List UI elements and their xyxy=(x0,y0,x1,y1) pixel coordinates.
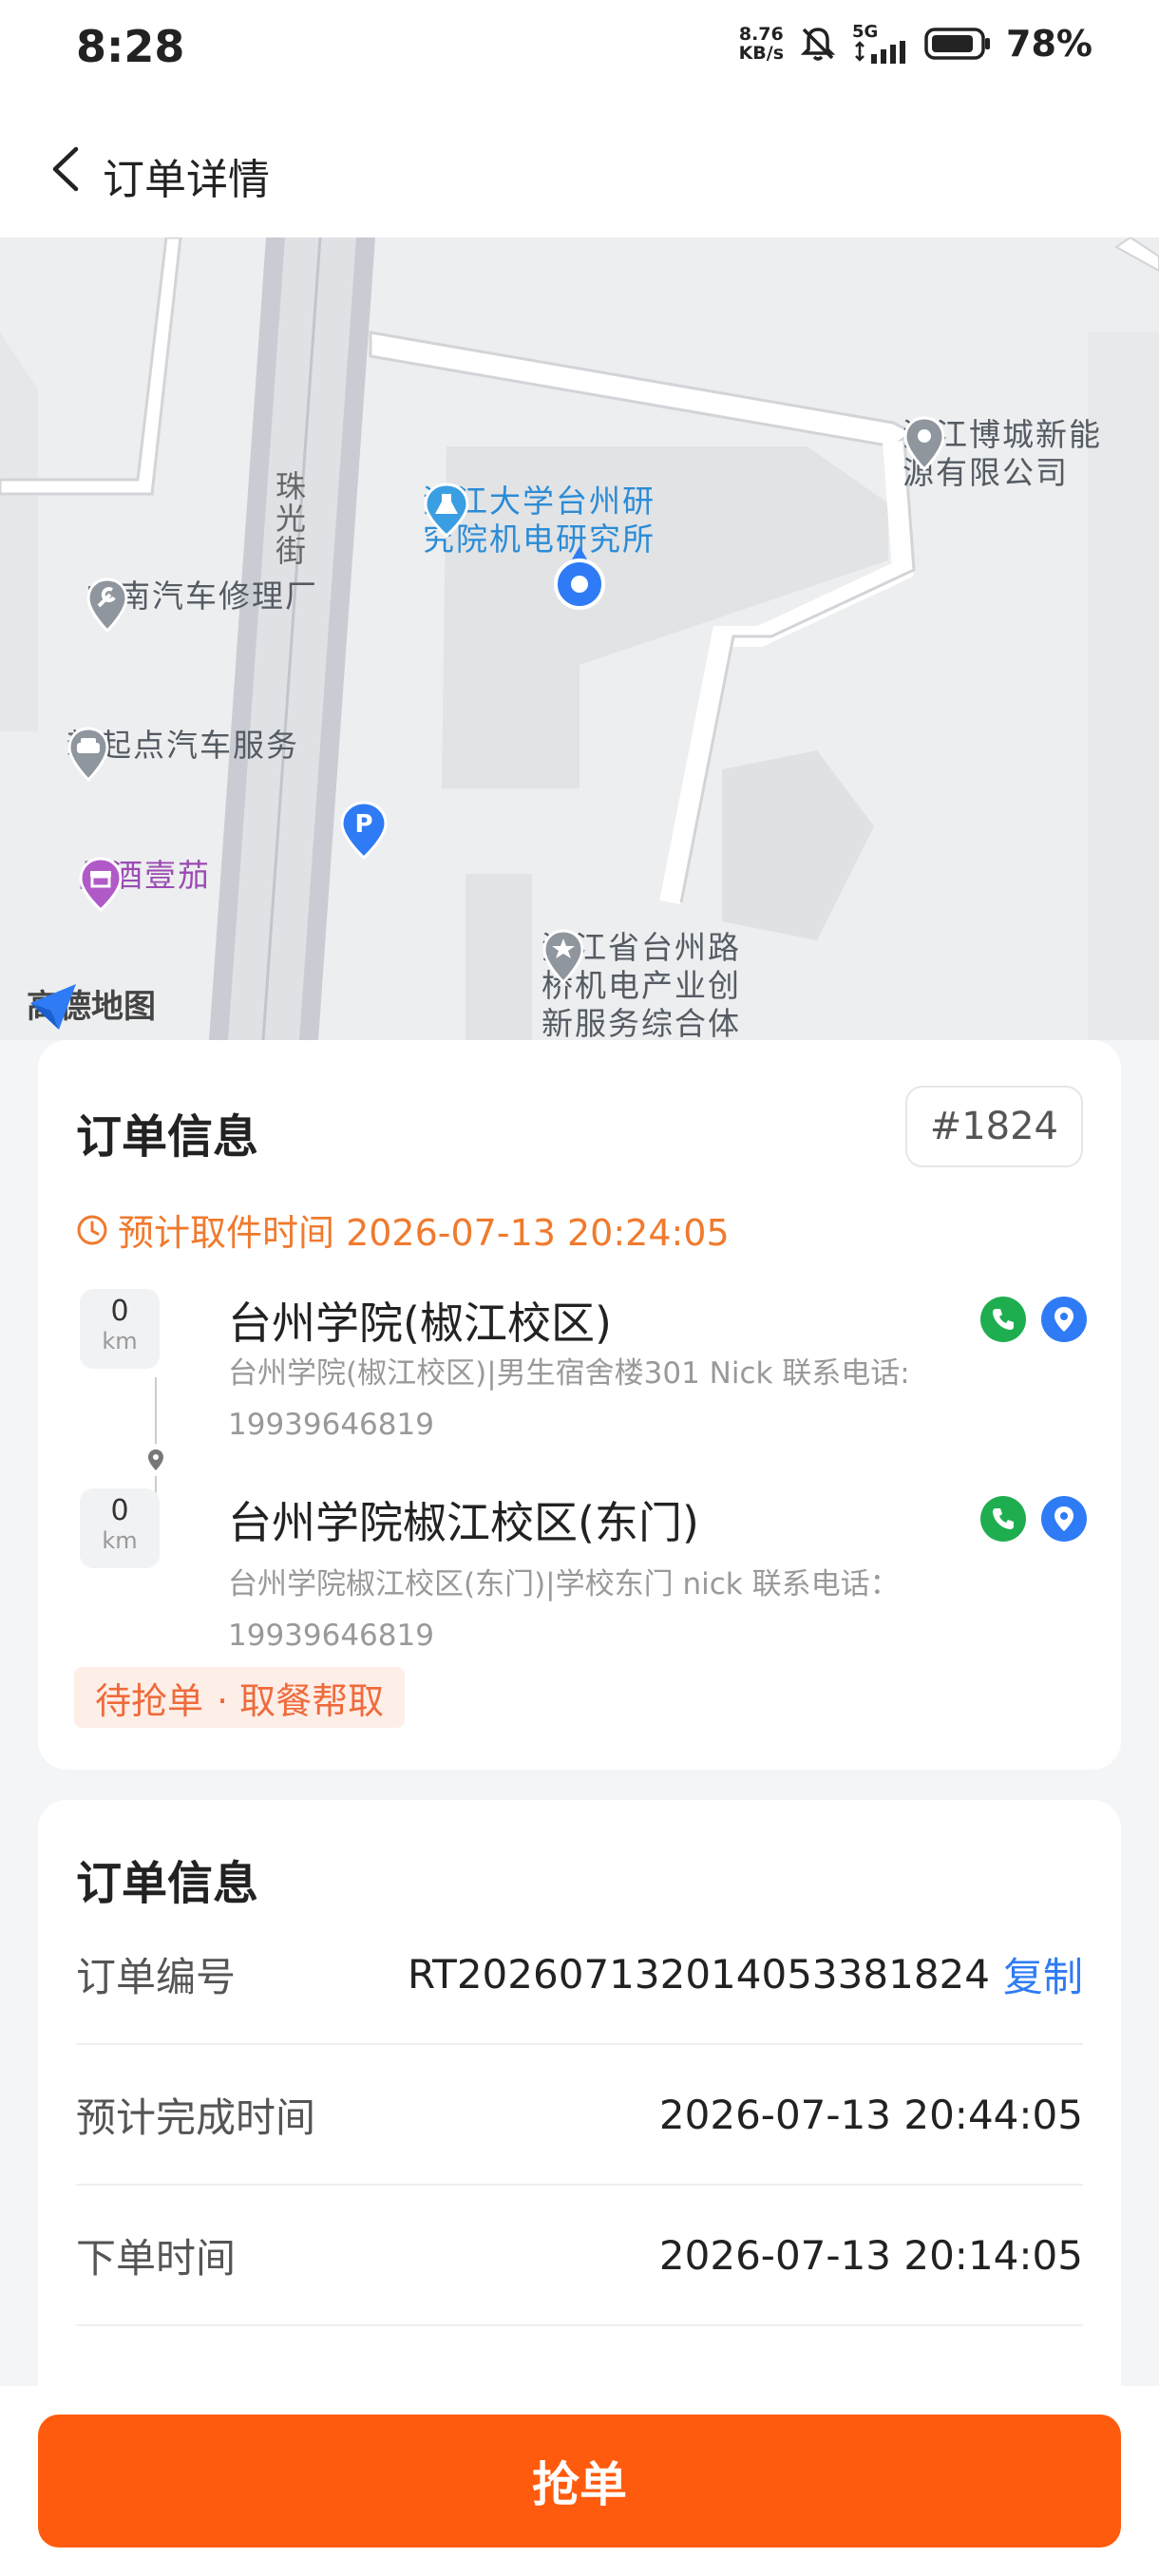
lab-flask-icon xyxy=(424,483,469,538)
map-poi[interactable]: 浙江大学台州研 究院机电研究所 xyxy=(423,483,656,559)
category-label: · 取餐帮取 xyxy=(217,1679,385,1722)
location-pin-icon xyxy=(1054,1307,1074,1332)
mute-bell-icon xyxy=(800,28,836,61)
order-route-card: 订单信息 #1824 预计取件时间 2026-07-13 20:24:05 0 … xyxy=(38,1040,1121,1770)
order-number: RT20260713201405338​1824 xyxy=(408,1950,990,1998)
shop-icon xyxy=(79,857,123,912)
svg-text:P: P xyxy=(354,810,372,839)
stop-actions xyxy=(980,1297,1087,1342)
bottom-action-bar: 抢单 xyxy=(0,2386,1159,2576)
battery-icon xyxy=(924,28,991,60)
call-button[interactable] xyxy=(980,1297,1026,1342)
car-icon xyxy=(67,727,109,782)
current-location-icon xyxy=(554,546,605,610)
call-button[interactable] xyxy=(980,1496,1026,1542)
parking-icon[interactable]: P xyxy=(339,801,389,860)
location-pin-icon xyxy=(903,416,945,471)
pickup-time: 预计取件时间 2026-07-13 20:24:05 xyxy=(76,1203,730,1256)
signal-group: 5G xyxy=(852,24,909,64)
stop-actions xyxy=(980,1496,1087,1542)
phone-icon xyxy=(993,1309,1014,1330)
card-title: 订单信息 xyxy=(76,1857,259,1910)
info-row-order-number: 订单编号 RT20260713201405338​1824 复制 xyxy=(76,1904,1083,2045)
navigate-button[interactable] xyxy=(1041,1496,1087,1542)
dropoff-stop: 0 km 台州学院椒江校区(东门) 台州学院椒江校区(东门)|学校东门 nick… xyxy=(80,1488,1087,1653)
order-status-tag: 待抢单 · 取餐帮取 xyxy=(74,1667,406,1728)
info-row-order-time: 下单时间 2026-07-13 20:14:05 xyxy=(76,2186,1083,2326)
stop-name: 台州学院(椒江校区) xyxy=(228,1297,612,1349)
copy-button[interactable]: 复制 xyxy=(1003,1945,1083,2003)
distance-box: 0 km xyxy=(80,1289,160,1369)
map-poi[interactable]: 中南汽车修理厂 xyxy=(86,578,318,633)
card-title: 订单信息 xyxy=(76,1110,259,1164)
map-view[interactable]: 珠光街 浙江博城新能 源有限公司 浙江大学台州研 究院机电研究所 中南汽车修理厂… xyxy=(0,237,1159,1040)
header: 订单详情 xyxy=(0,100,1159,237)
status-bar: 8:28 8.76 KB/s 5G 78% xyxy=(0,0,1159,100)
wrench-icon xyxy=(86,578,128,633)
info-row-estimated-finish: 预计完成时间 2026-07-13 20:44:05 xyxy=(76,2045,1083,2186)
distance-box: 0 km xyxy=(80,1488,160,1568)
phone-icon xyxy=(993,1508,1014,1529)
amap-arrow-icon xyxy=(30,984,76,1030)
grab-order-button[interactable]: 抢单 xyxy=(38,2415,1121,2548)
order-info-card: 订单信息 订单编号 RT20260713201405338​1824 复制 预计… xyxy=(38,1800,1121,2465)
star-icon xyxy=(542,929,584,984)
clock-icon xyxy=(77,1215,107,1244)
navigate-button[interactable] xyxy=(1041,1297,1087,1342)
back-arrow-icon[interactable] xyxy=(48,145,86,193)
amap-logo: 高德地图 xyxy=(27,980,156,1030)
map-poi[interactable]: 浙江博城新能 源有限公司 xyxy=(902,416,1102,492)
stop-name: 台州学院椒江校区(东门) xyxy=(228,1497,699,1548)
map-poi[interactable]: 新起点汽车服务 xyxy=(66,727,299,782)
order-tag: #1824 xyxy=(904,1086,1083,1167)
net-speed: 8.76 KB/s xyxy=(738,24,785,64)
battery-percent: 78% xyxy=(1006,23,1092,65)
map-roads xyxy=(0,237,1159,1040)
stop-address: 台州学院椒江校区(东门)|学校东门 nick 联系电话：19939646819 xyxy=(228,1567,900,1653)
map-poi[interactable]: 品酒壹茄 xyxy=(78,857,211,912)
pickup-stop: 0 km 台州学院(椒江校区) 台州学院(椒江校区)|男生宿舍楼301 Nick… xyxy=(80,1289,1087,1442)
page-title: 订单详情 xyxy=(103,156,270,204)
status-icons: 8.76 KB/s 5G 78% xyxy=(739,23,1092,65)
status-time: 8:28 xyxy=(76,21,185,72)
street-label: 珠光街 xyxy=(271,470,307,567)
signal-icon xyxy=(855,41,906,64)
map-poi[interactable]: 浙江省台州路 桥机电产业创 新服务综合体 xyxy=(542,929,741,1040)
location-pin-icon xyxy=(1054,1506,1074,1531)
status-label: 待抢单 xyxy=(95,1679,204,1722)
stop-address: 台州学院(椒江校区)|男生宿舍楼301 Nick 联系电话: 199396468… xyxy=(228,1356,910,1442)
